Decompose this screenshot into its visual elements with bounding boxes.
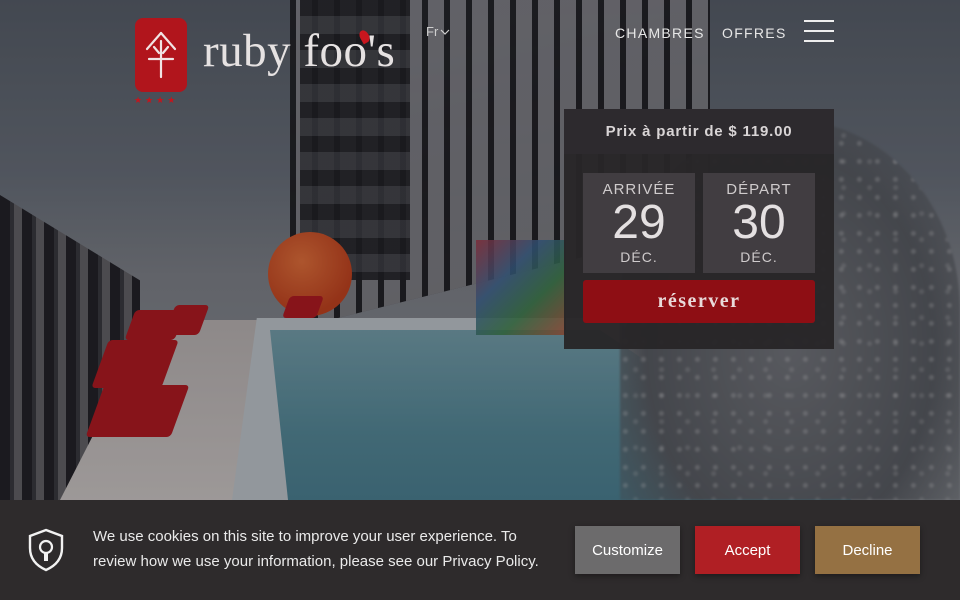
starting-price: Prix à partir de $ 119.00 — [564, 109, 834, 154]
nav-link-rooms[interactable]: CHAMBRES — [615, 25, 705, 41]
departure-day: 30 — [732, 196, 786, 249]
shield-lock-icon — [28, 528, 64, 572]
chevron-down-icon — [440, 29, 450, 35]
menu-bar — [804, 40, 834, 42]
departure-month: DÉC. — [740, 249, 778, 265]
star-rating: ★★★★ — [134, 96, 179, 106]
arrival-date-picker[interactable]: ARRIVÉE 29 DÉC. — [583, 173, 695, 273]
reserve-button[interactable]: réserver — [583, 280, 815, 323]
arrival-month: DÉC. — [620, 249, 658, 265]
cookie-consent-bar: We use cookies on this site to improve y… — [0, 500, 960, 600]
language-label: Fr — [426, 24, 439, 39]
arrival-day: 29 — [612, 196, 666, 249]
menu-bar — [804, 20, 834, 22]
decline-button[interactable]: Decline — [815, 526, 920, 574]
logo-icon[interactable] — [135, 18, 187, 92]
nav-link-offers[interactable]: OFFRES — [722, 25, 787, 41]
umbrella-character-icon — [145, 31, 177, 79]
cookie-message: We use cookies on this site to improve y… — [93, 528, 539, 570]
accept-button[interactable]: Accept — [695, 526, 800, 574]
booking-widget: Prix à partir de $ 119.00 ARRIVÉE 29 DÉC… — [564, 109, 834, 349]
customize-button[interactable]: Customize — [575, 526, 680, 574]
language-selector[interactable]: Fr — [426, 24, 450, 39]
menu-bar — [804, 30, 834, 32]
departure-date-picker[interactable]: DÉPART 30 DÉC. — [703, 173, 815, 273]
hamburger-menu-icon[interactable] — [804, 20, 834, 44]
